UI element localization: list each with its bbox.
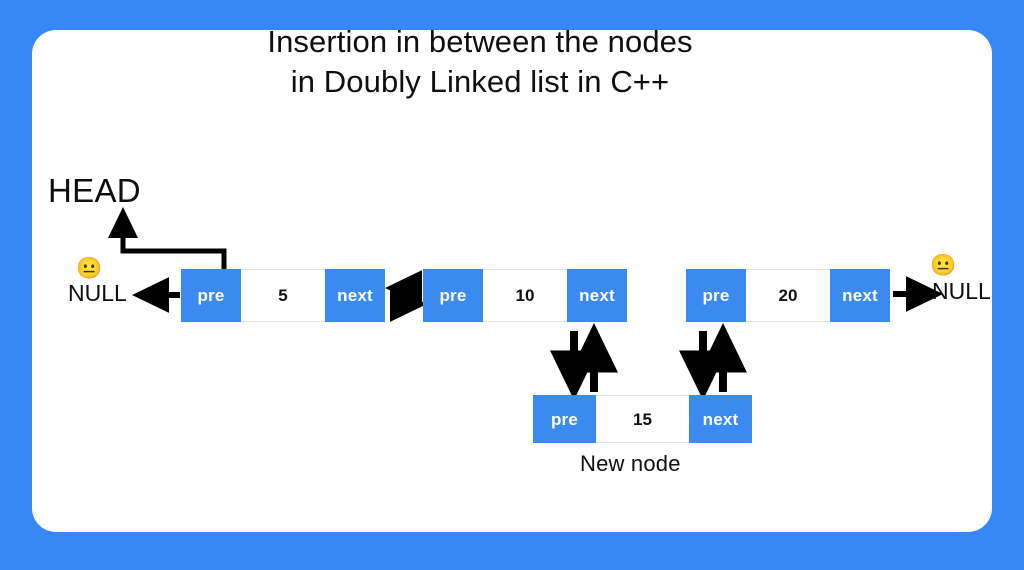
- diagram-canvas: Insertion in between the nodes in Doubly…: [0, 0, 1024, 570]
- node-1-prev-cell: pre: [181, 269, 241, 322]
- page-title-line-2: in Doubly Linked list in C++: [290, 64, 670, 99]
- node-3-value-cell: 20: [746, 269, 830, 322]
- page-title: Insertion in between the nodes in Doubly…: [0, 22, 960, 102]
- neutral-face-icon: 😐: [76, 257, 103, 280]
- new-node: pre 15 next: [533, 395, 752, 443]
- page-title-line-1: Insertion in between the nodes: [267, 24, 693, 59]
- node-2-value-cell: 10: [483, 269, 567, 322]
- node-2-next-cell: next: [567, 269, 627, 322]
- node-1-next-cell: next: [325, 269, 385, 322]
- list-node-3: pre 20 next: [686, 269, 890, 322]
- node-3-next-cell: next: [830, 269, 890, 322]
- null-label-right: NULL: [932, 278, 991, 304]
- null-label-left: NULL: [68, 280, 127, 306]
- neutral-face-icon: 😐: [930, 254, 957, 277]
- node-3-prev-cell: pre: [686, 269, 746, 322]
- node-1-value-cell: 5: [241, 269, 325, 322]
- new-node-next-cell: next: [689, 395, 752, 443]
- node-2-prev-cell: pre: [423, 269, 483, 322]
- new-node-caption: New node: [580, 451, 681, 476]
- new-node-value-cell: 15: [596, 395, 689, 443]
- list-node-2: pre 10 next: [423, 269, 627, 322]
- new-node-prev-cell: pre: [533, 395, 596, 443]
- head-label: HEAD: [48, 172, 141, 209]
- list-node-1: pre 5 next: [181, 269, 385, 322]
